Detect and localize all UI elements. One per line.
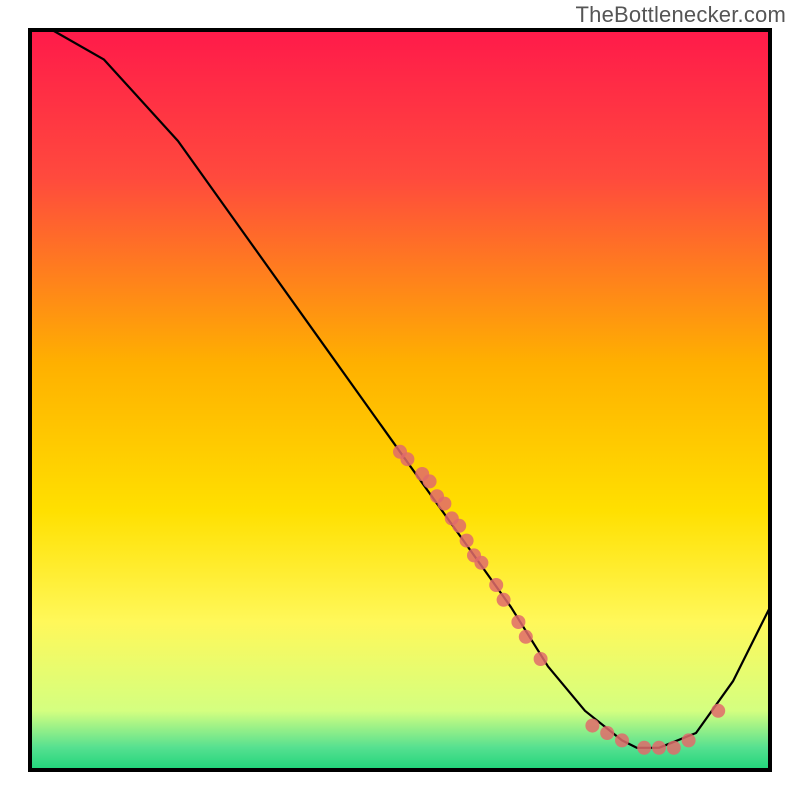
watermark-text: TheBottlenecker.com [576,2,786,28]
data-point [534,652,548,666]
data-point [437,497,451,511]
bottleneck-chart [0,0,800,800]
data-point [652,741,666,755]
data-point [600,726,614,740]
chart-container: TheBottlenecker.com [0,0,800,800]
data-point [615,733,629,747]
data-point [519,630,533,644]
data-point [460,534,474,548]
data-point [585,719,599,733]
data-point [711,704,725,718]
data-point [497,593,511,607]
gradient-background [30,30,770,770]
data-point [474,556,488,570]
data-point [452,519,466,533]
data-point [637,741,651,755]
data-point [682,733,696,747]
data-point [400,452,414,466]
data-point [423,474,437,488]
data-point [489,578,503,592]
data-point [511,615,525,629]
data-point [667,741,681,755]
